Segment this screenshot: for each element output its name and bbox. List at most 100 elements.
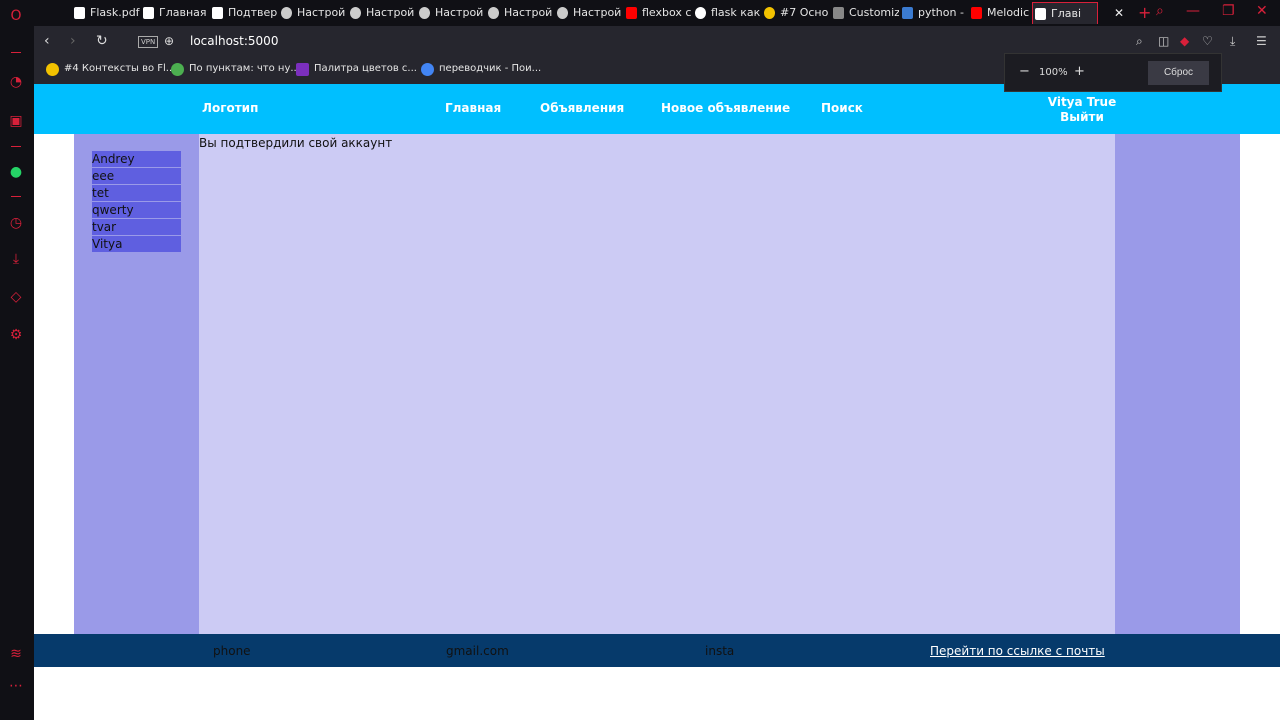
nav-home[interactable]: Главная (445, 101, 501, 115)
browser-tab[interactable]: flask как (693, 2, 761, 24)
zoom-out-button[interactable]: − (1019, 64, 1030, 79)
search-tabs-icon[interactable]: ⌕ (1156, 3, 1164, 19)
tab-label: Главная (159, 6, 207, 19)
bookmark-item[interactable]: #4 Контексты во Fl... (46, 63, 176, 76)
bookmark-item[interactable]: переводчик - Пои... (421, 63, 541, 76)
browser-tab[interactable]: Настрой (555, 2, 623, 24)
zoom-reset-button[interactable]: Сброс (1148, 61, 1209, 85)
tab-label: Главі (1051, 7, 1082, 20)
user-list-item[interactable]: tvar (92, 219, 181, 235)
wifi-icon[interactable]: ≋ (8, 646, 24, 662)
tab-label: Настрой (573, 6, 622, 19)
footer-email: gmail.com (446, 644, 509, 658)
browser-tab[interactable]: flexbox c (624, 2, 692, 24)
nav-new-ad[interactable]: Новое объявление (661, 101, 790, 115)
jpg-icon (296, 63, 309, 76)
settings-icon[interactable]: ⚙ (8, 327, 24, 343)
bookmark-label: Палитра цветов с... (314, 63, 417, 74)
close-tab-icon[interactable]: ✕ (1114, 6, 1124, 20)
opera-logo-icon[interactable]: O (8, 8, 24, 24)
zoom-popup: − 100% + Сброс (1004, 53, 1222, 92)
zoom-level: 100% (1039, 67, 1068, 78)
browser-tab[interactable]: Настрой (348, 2, 416, 24)
more-icon[interactable]: ⋯ (8, 678, 24, 694)
zoom-in-button[interactable]: + (1074, 64, 1085, 79)
minimize-icon[interactable]: — (1186, 3, 1200, 19)
tab-label: Подтвер (228, 6, 278, 19)
downloads-icon[interactable]: ⤓ (8, 251, 24, 267)
document-icon (143, 7, 154, 19)
nav-search[interactable]: Поиск (821, 101, 863, 115)
tab-label: Настрой (297, 6, 346, 19)
tab-label: Customiz (849, 6, 899, 19)
bookmark-label: По пунктам: что ну... (189, 63, 300, 74)
forward-icon[interactable]: › (70, 33, 76, 49)
google-icon (695, 7, 706, 19)
bookmark-label: #4 Контексты во Fl... (64, 63, 176, 74)
sidebar-divider (11, 52, 21, 53)
whatsapp-icon[interactable]: ● (8, 164, 24, 180)
document-icon (1035, 8, 1046, 20)
new-tab-icon[interactable]: + (1138, 3, 1151, 22)
zoom-icon[interactable]: ⌕ (1136, 34, 1143, 49)
tab-label: Настрой (366, 6, 415, 19)
heart-icon[interactable]: ♡ (1202, 34, 1213, 48)
confirmation-message: Вы подтвердили свой аккаунт (199, 136, 393, 150)
bookmark-item[interactable]: По пунктам: что ну... (171, 63, 300, 76)
twitch-icon[interactable]: ▣ (8, 113, 24, 129)
user-block: Vitya True Выйти (1044, 95, 1120, 125)
logo-link[interactable]: Логотип (202, 101, 258, 115)
download-icon[interactable]: ⤓ (1230, 34, 1235, 49)
vpn-badge[interactable]: VPN (138, 36, 159, 48)
close-window-icon[interactable]: ✕ (1256, 3, 1268, 19)
user-list-item[interactable]: eee (92, 168, 181, 184)
back-icon[interactable]: ‹ (44, 33, 50, 49)
logout-link[interactable]: Выйти (1044, 110, 1120, 125)
browser-tab[interactable]: Настрой (417, 2, 485, 24)
user-list-item[interactable]: Vitya (92, 236, 181, 252)
site-icon (902, 7, 913, 19)
history-icon[interactable]: ◷ (8, 215, 24, 231)
footer-mail-link[interactable]: Перейти по ссылке с почты (930, 644, 1105, 658)
url-field[interactable]: localhost:5000 (190, 34, 278, 48)
browser-tab[interactable]: Настрой (279, 2, 347, 24)
nav-ads[interactable]: Объявления (540, 101, 624, 115)
site-footer: phone gmail.com insta Перейти по ссылке … (34, 634, 1280, 667)
bookmark-item[interactable]: Палитра цветов с... (296, 63, 417, 76)
extensions-icon[interactable]: ◇ (8, 289, 24, 305)
speed-dial-icon[interactable]: ◔ (8, 74, 24, 90)
user-name[interactable]: Vitya True (1044, 95, 1120, 110)
footer-insta: insta (705, 644, 735, 658)
document-icon (74, 7, 85, 19)
tab-label: Настрой (504, 6, 553, 19)
python-icon (46, 63, 59, 76)
user-list-item[interactable]: qwerty (92, 202, 181, 218)
browser-tab[interactable]: Customiz (831, 2, 899, 24)
browser-tab[interactable]: #7 Осно (762, 2, 830, 24)
tab-label: flexbox c (642, 6, 692, 19)
pocket-icon[interactable]: ◆ (1180, 34, 1189, 48)
reload-icon[interactable]: ↻ (96, 33, 108, 49)
browser-tab[interactable]: Melodic (969, 2, 1031, 24)
tab-label: #7 Осно (780, 6, 829, 19)
gear-icon (557, 7, 568, 19)
browser-tab-active[interactable]: Главі (1032, 2, 1098, 24)
browser-tab[interactable]: python - (900, 2, 968, 24)
user-list-item[interactable]: Andrey (92, 151, 181, 167)
browser-tab[interactable]: Flask.pdf (72, 2, 140, 24)
easy-setup-icon[interactable]: ☰ (1256, 34, 1267, 48)
content-wrapper: Andrey eee tet qwerty tvar Vitya Вы подт… (74, 134, 1240, 634)
snapshot-icon[interactable]: ◫ (1158, 34, 1169, 48)
browser-tab[interactable]: Подтвер (210, 2, 278, 24)
browser-tab[interactable]: Главная (141, 2, 209, 24)
gear-icon (488, 7, 499, 19)
right-sidebar (1115, 134, 1240, 634)
tab-label: Melodic (987, 6, 1030, 19)
left-sidebar: Andrey eee tet qwerty tvar Vitya (74, 134, 199, 634)
page-viewport: Логотип Главная Объявления Новое объявле… (34, 84, 1280, 720)
gear-icon (281, 7, 292, 19)
main-content: Вы подтвердили свой аккаунт (199, 134, 1115, 634)
maximize-icon[interactable]: ❐ (1222, 3, 1235, 19)
browser-tab[interactable]: Настрой (486, 2, 554, 24)
user-list-item[interactable]: tet (92, 185, 181, 201)
